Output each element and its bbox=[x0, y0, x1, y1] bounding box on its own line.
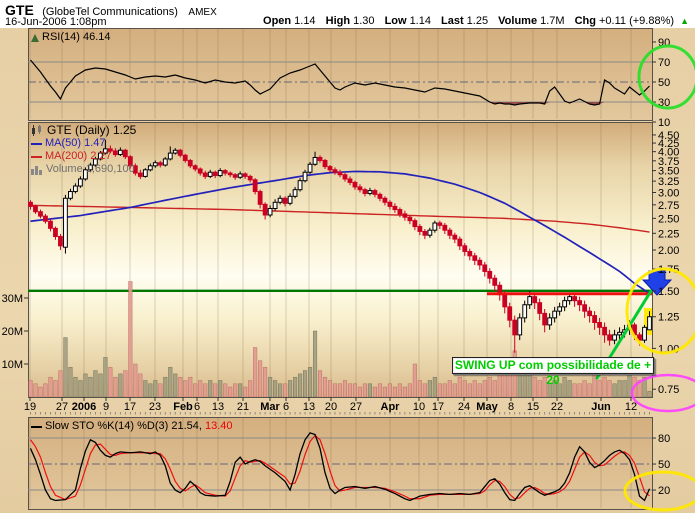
symbol-legend-text: GTE (Daily) 1.25 bbox=[47, 123, 137, 137]
low-label: Low bbox=[384, 15, 407, 27]
price-legend: GTE (Daily) 1.25 MA(50) 1.47 MA(200) 2.2… bbox=[31, 124, 136, 176]
quote-summary: Open 1.14 High 1.30 Low 1.14 Last 1.25 Volum… bbox=[256, 15, 689, 27]
rsi-legend: RSI(14) 46.14 bbox=[31, 31, 110, 44]
indicator-triangle-icon bbox=[31, 33, 39, 42]
low-value: 1.14 bbox=[409, 15, 431, 27]
volume-label: Volume bbox=[498, 15, 538, 27]
stockchart-page: { "header": { "symbol": "GTE", "company"… bbox=[0, 0, 695, 513]
sto-d-value: 13.40 bbox=[204, 420, 233, 432]
chg-value: +0.11 (+9.88%) bbox=[599, 15, 675, 27]
open-label: Open bbox=[263, 15, 292, 27]
volume-value: 1.7M bbox=[540, 15, 565, 27]
ma200-line-icon bbox=[31, 155, 42, 158]
ma200-legend-text: MA(200) 2.27 bbox=[45, 150, 112, 162]
ma50-legend-text: MA(50) 1.47 bbox=[45, 137, 106, 149]
exchange-label: AMEX bbox=[188, 7, 217, 18]
stochastic-legend: Slow STO %K(14) %D(3) 21.54, 13.40 bbox=[31, 420, 233, 433]
high-value: 1.30 bbox=[353, 15, 375, 27]
ma50-line-icon bbox=[31, 142, 42, 145]
chg-label: Chg bbox=[574, 15, 596, 27]
rsi-legend-text: RSI(14) 46.14 bbox=[42, 31, 111, 43]
volume-legend-text: Volume 1,690,100 bbox=[46, 163, 135, 175]
up-triangle-icon: ▲ bbox=[680, 16, 689, 26]
high-label: High bbox=[325, 15, 351, 27]
sto-line-icon bbox=[31, 425, 42, 428]
quote-datetime: 16-Jun-2006 1:08pm bbox=[5, 16, 107, 28]
last-value: 1.25 bbox=[466, 15, 489, 27]
candlestick-icon bbox=[31, 125, 47, 136]
chart-header: GTE (GlobeTel Communications) AMEX 16-Ju… bbox=[0, 0, 695, 28]
sto-legend-text: Slow STO %K(14) %D(3) 21.54, bbox=[45, 420, 202, 432]
open-value: 1.14 bbox=[294, 15, 316, 27]
rsi-panel bbox=[28, 28, 653, 121]
last-label: Last bbox=[441, 15, 464, 27]
volume-bars-icon bbox=[31, 165, 46, 175]
swing-annotation: SWING UP com possibilidade de + 20 bbox=[452, 357, 654, 387]
